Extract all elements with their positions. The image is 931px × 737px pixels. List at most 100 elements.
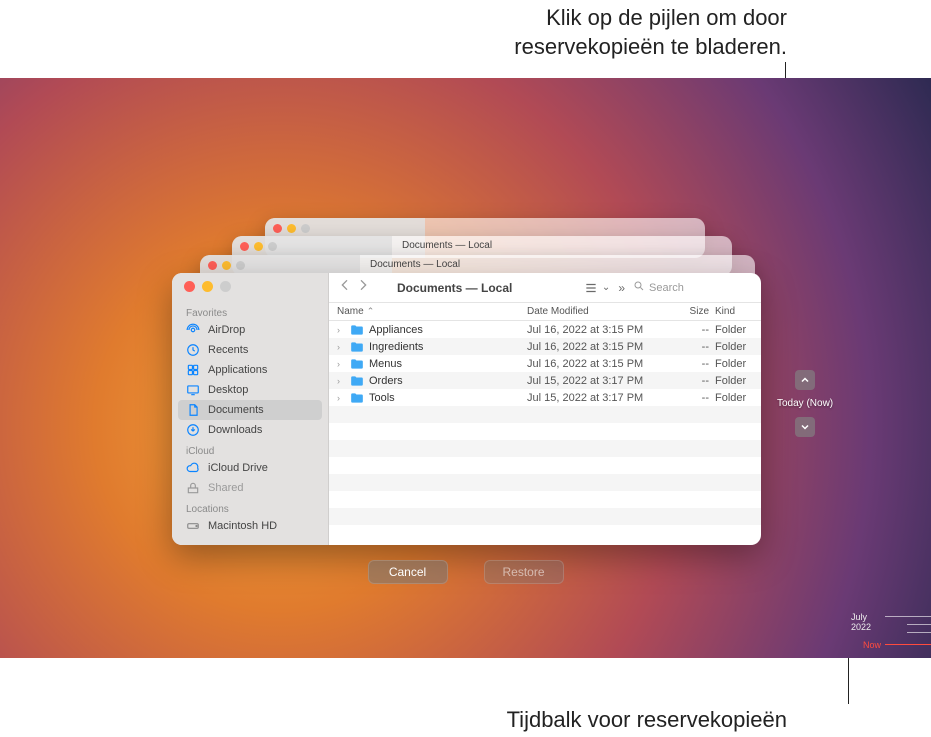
stacked-window-title: Documents — Local <box>370 259 460 270</box>
sidebar-item-macintosh-hd[interactable]: Macintosh HD <box>172 516 328 536</box>
time-machine-stage: Documents — Local Documents — Local Favo… <box>0 78 931 658</box>
file-kind: Folder <box>709 341 753 353</box>
file-date: Jul 16, 2022 at 3:15 PM <box>527 324 657 336</box>
sidebar-section-icloud: iCloud <box>172 444 328 458</box>
file-kind: Folder <box>709 392 753 404</box>
table-row-empty <box>329 508 761 525</box>
disclosure-triangle-icon[interactable]: › <box>337 325 345 335</box>
search-input[interactable]: Search <box>633 280 753 295</box>
column-size: Size <box>657 306 709 317</box>
sidebar-item-airdrop[interactable]: AirDrop <box>172 320 328 340</box>
file-date: Jul 16, 2022 at 3:15 PM <box>527 358 657 370</box>
file-kind: Folder <box>709 375 753 387</box>
finder-window: Favorites AirDrop Recents Applications D… <box>172 273 761 545</box>
file-name: Ingredients <box>369 341 423 353</box>
file-size: -- <box>657 341 709 353</box>
file-kind: Folder <box>709 324 753 336</box>
timeline-now-label: Now <box>863 640 881 650</box>
table-row-empty <box>329 525 761 542</box>
file-date: Jul 15, 2022 at 3:17 PM <box>527 392 657 404</box>
back-button[interactable] <box>337 277 353 298</box>
disclosure-triangle-icon[interactable]: › <box>337 359 345 369</box>
timeline-month-label: July 2022 <box>851 612 881 632</box>
file-date: Jul 16, 2022 at 3:15 PM <box>527 341 657 353</box>
sidebar-item-label: Desktop <box>208 384 248 396</box>
column-date: Date Modified <box>527 306 657 317</box>
next-backup-button[interactable] <box>795 417 815 437</box>
callout-timeline: Tijdbalk voor reservekopieën <box>507 707 787 733</box>
finder-toolbar: Documents — Local ⌄ » Search <box>329 273 761 303</box>
timeline-tick <box>907 632 931 633</box>
folder-icon <box>350 341 364 353</box>
sidebar-item-label: Documents <box>208 404 264 416</box>
callout-text: Klik op de pijlen om door <box>546 5 787 30</box>
previous-backup-button[interactable] <box>795 370 815 390</box>
cancel-button[interactable]: Cancel <box>368 560 448 584</box>
backup-timeline[interactable]: July 2022 Now <box>851 598 931 658</box>
sidebar-item-shared[interactable]: Shared <box>172 478 328 498</box>
column-headers[interactable]: Name⌃ Date Modified Size Kind <box>329 303 761 321</box>
minimize-icon[interactable] <box>202 281 213 292</box>
column-kind: Kind <box>709 306 753 317</box>
zoom-icon[interactable] <box>220 281 231 292</box>
folder-icon <box>350 358 364 370</box>
toolbar-overflow-button[interactable]: » <box>618 281 625 295</box>
sidebar-item-label: Recents <box>208 344 248 356</box>
table-row-empty <box>329 474 761 491</box>
table-row[interactable]: ›OrdersJul 15, 2022 at 3:17 PM--Folder <box>329 372 761 389</box>
stacked-window-title: Documents — Local <box>402 240 492 251</box>
file-size: -- <box>657 324 709 336</box>
window-title: Documents — Local <box>397 281 512 295</box>
file-name: Orders <box>369 375 403 387</box>
timeline-tick-now <box>885 644 931 645</box>
folder-icon <box>350 392 364 404</box>
search-icon <box>633 280 645 295</box>
sidebar-item-label: Downloads <box>208 424 262 436</box>
disclosure-triangle-icon[interactable]: › <box>337 393 345 403</box>
sidebar-item-applications[interactable]: Applications <box>172 360 328 380</box>
sidebar-item-desktop[interactable]: Desktop <box>172 380 328 400</box>
current-backup-label: Today (Now) <box>777 398 833 409</box>
sidebar-item-documents[interactable]: Documents <box>178 400 322 420</box>
view-mode-control[interactable]: ⌄ <box>584 281 610 295</box>
sidebar-item-label: Macintosh HD <box>208 520 277 532</box>
sidebar-item-icloud-drive[interactable]: iCloud Drive <box>172 458 328 478</box>
finder-sidebar: Favorites AirDrop Recents Applications D… <box>172 273 329 545</box>
table-row-empty <box>329 423 761 440</box>
callout-arrows: Klik op de pijlen om door reservekopieën… <box>514 4 787 61</box>
sidebar-item-label: Applications <box>208 364 267 376</box>
table-row[interactable]: › Appliances Jul 16, 2022 at 3:15 PM--Fold… <box>329 321 761 338</box>
file-date: Jul 15, 2022 at 3:17 PM <box>527 375 657 387</box>
sidebar-item-recents[interactable]: Recents <box>172 340 328 360</box>
search-placeholder: Search <box>649 282 684 294</box>
table-row-empty <box>329 491 761 508</box>
table-row[interactable]: ›ToolsJul 15, 2022 at 3:17 PM--Folder <box>329 389 761 406</box>
finder-content: Documents — Local ⌄ » Search Name⌃ Date … <box>329 273 761 545</box>
disk-icon <box>186 519 200 533</box>
restore-button[interactable]: Restore <box>484 560 564 584</box>
sidebar-item-downloads[interactable]: Downloads <box>172 420 328 440</box>
disclosure-triangle-icon[interactable]: › <box>337 342 345 352</box>
table-row-empty <box>329 406 761 423</box>
folder-icon <box>350 324 364 336</box>
table-row-empty <box>329 457 761 474</box>
close-icon[interactable] <box>184 281 195 292</box>
sort-indicator-icon: ⌃ <box>367 306 375 317</box>
file-size: -- <box>657 358 709 370</box>
action-buttons: Cancel Restore <box>0 560 931 584</box>
documents-icon <box>186 403 200 417</box>
callout-text: Tijdbalk voor reservekopieën <box>507 707 787 732</box>
file-name: Appliances <box>369 324 423 336</box>
forward-button[interactable] <box>355 277 371 298</box>
sidebar-item-label: iCloud Drive <box>208 462 268 474</box>
table-row-empty <box>329 440 761 457</box>
disclosure-triangle-icon[interactable]: › <box>337 376 345 386</box>
table-row[interactable]: › Ingredients Jul 16, 2022 at 3:15 PM--Fol… <box>329 338 761 355</box>
downloads-icon <box>186 423 200 437</box>
table-row[interactable]: ›MenusJul 16, 2022 at 3:15 PM--Folder <box>329 355 761 372</box>
file-kind: Folder <box>709 358 753 370</box>
applications-icon <box>186 363 200 377</box>
sidebar-section-favorites: Favorites <box>172 306 328 320</box>
desktop-icon <box>186 383 200 397</box>
airdrop-icon <box>186 323 200 337</box>
